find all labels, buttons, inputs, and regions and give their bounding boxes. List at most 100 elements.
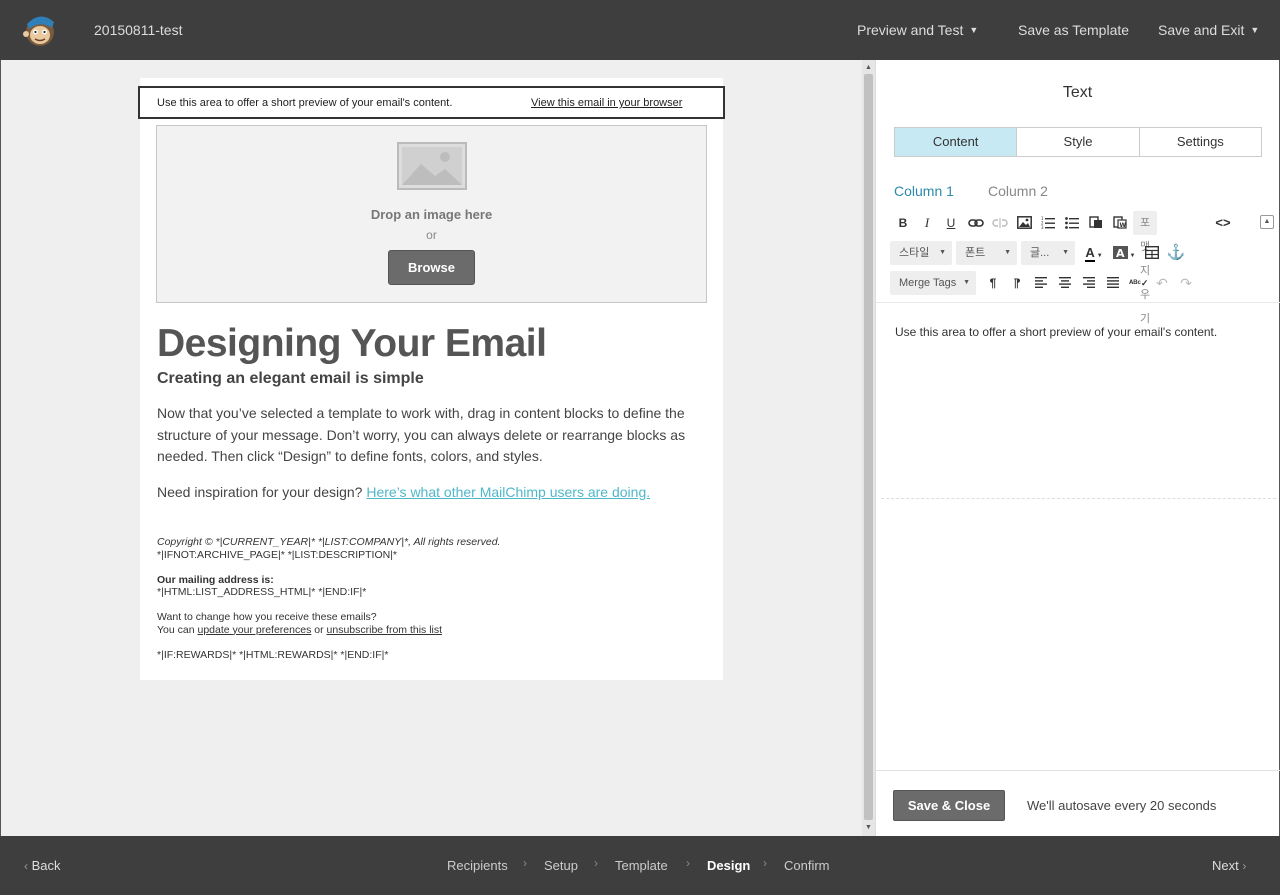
caret-down-icon: ▼: [963, 279, 970, 286]
align-center-icon[interactable]: [1057, 271, 1073, 295]
column-1-tab[interactable]: Column 1: [894, 183, 954, 199]
unlink-icon[interactable]: [990, 211, 1010, 235]
italic-icon[interactable]: I: [919, 211, 935, 235]
step-design[interactable]: Design: [707, 858, 750, 873]
text-block-panel: Text Content Style Settings Column 1 Col…: [875, 60, 1280, 836]
bottom-nav-bar: ‹ Back Recipients › Setup › Template › D…: [0, 836, 1280, 895]
numbered-list-icon[interactable]: 123: [1038, 211, 1058, 235]
top-bar: 20150811-test Preview and Test ▼ Save as …: [0, 0, 1280, 60]
column-2-tab[interactable]: Column 2: [988, 183, 1048, 199]
text-color-icon[interactable]: A ▼: [1082, 241, 1106, 265]
chevron-right-icon: ›: [523, 856, 527, 870]
inspiration-text: Need inspiration for your design?: [157, 484, 363, 500]
redo-icon[interactable]: ↷: [1177, 271, 1195, 295]
footer-mailing-value: *|HTML:LIST_ADDRESS_HTML|* *|END:IF|*: [157, 586, 367, 598]
panel-tabs: Content Style Settings: [894, 127, 1262, 157]
background-color-icon[interactable]: A ▼: [1111, 241, 1137, 265]
rtl-direction-icon[interactable]: ¶: [1009, 271, 1025, 295]
size-dropdown-label: 글...: [1030, 247, 1050, 259]
step-template[interactable]: Template: [615, 858, 668, 873]
step-setup[interactable]: Setup: [544, 858, 578, 873]
inspiration-line: Need inspiration for your design? Here’s…: [157, 484, 650, 500]
style-dropdown[interactable]: 스타일 ▼: [890, 241, 952, 265]
source-code-icon[interactable]: <>: [1212, 211, 1234, 235]
paste-from-word-icon[interactable]: W: [1110, 211, 1130, 235]
email-body-text: Now that you’ve selected a template to w…: [157, 405, 686, 464]
view-in-browser-link[interactable]: View this email in your browser: [531, 97, 682, 109]
insert-image-icon[interactable]: [1014, 211, 1034, 235]
align-left-icon[interactable]: [1033, 271, 1049, 295]
caret-down-icon: ▼: [1004, 249, 1011, 256]
svg-text:A: A: [1116, 247, 1125, 259]
preheader-block[interactable]: Use this area to offer a short preview o…: [138, 86, 725, 119]
footer-archive: *|IFNOT:ARCHIVE_PAGE|* *|LIST:DESCRIPTIO…: [157, 548, 398, 561]
merge-tags-dropdown[interactable]: Merge Tags ▼: [890, 271, 976, 295]
back-label: Back: [31, 858, 61, 873]
style-dropdown-label: 스타일: [899, 247, 930, 259]
campaign-name: 20150811-test: [94, 22, 183, 38]
paste-text-icon[interactable]: [1086, 211, 1106, 235]
email-template: Use this area to offer a short preview o…: [138, 78, 725, 680]
panel-title: Text: [1062, 84, 1093, 101]
undo-icon[interactable]: ↶: [1153, 271, 1171, 295]
image-drop-zone[interactable]: Drop an image here or Browse: [156, 125, 707, 303]
tab-style[interactable]: Style: [1017, 128, 1140, 156]
inspiration-link[interactable]: Here’s what other MailChimp users are do…: [366, 484, 650, 500]
email-subheading: Creating an elegant email is simple: [157, 370, 424, 387]
step-recipients[interactable]: Recipients: [447, 858, 508, 873]
editor-text: Use this area to offer a short preview o…: [895, 325, 1218, 339]
chevron-down-icon: ▼: [1250, 25, 1260, 35]
font-dropdown[interactable]: 폰트 ▼: [956, 241, 1017, 265]
unsubscribe-link[interactable]: unsubscribe from this list: [327, 624, 443, 636]
browse-button[interactable]: Browse: [388, 250, 475, 285]
email-canvas: Use this area to offer a short preview o…: [0, 60, 862, 836]
chevron-right-icon: ›: [686, 856, 690, 870]
next-button[interactable]: Next ›: [1212, 858, 1246, 873]
spellcheck-icon[interactable]: ᴬᴮᶜ✓: [1129, 271, 1148, 295]
footer-mailing-label: Our mailing address is:: [157, 573, 274, 586]
chevron-down-icon: ▼: [969, 25, 979, 35]
footer-preferences-line: You can update your preferences or unsub…: [157, 624, 707, 637]
preview-and-test-label: Preview and Test: [857, 22, 964, 38]
footer-rewards: *|IF:REWARDS|* *|HTML:REWARDS|* *|END:IF…: [157, 648, 389, 661]
anchor-icon[interactable]: ⚓: [1166, 241, 1186, 265]
update-preferences-link[interactable]: update your preferences: [198, 624, 312, 636]
mailchimp-logo-icon[interactable]: [22, 12, 58, 48]
image-placeholder-icon: [397, 142, 467, 190]
save-and-exit-menu[interactable]: Save and Exit ▼: [1158, 22, 1259, 38]
next-label: Next: [1212, 858, 1239, 873]
preview-and-test-menu[interactable]: Preview and Test ▼: [857, 22, 978, 38]
ltr-direction-icon[interactable]: ¶: [985, 271, 1001, 295]
underline-icon[interactable]: U: [943, 211, 959, 235]
align-justify-icon[interactable]: [1105, 271, 1121, 295]
size-dropdown[interactable]: 글... ▼: [1021, 241, 1075, 265]
bulleted-list-icon[interactable]: [1062, 211, 1082, 235]
clear-format-button[interactable]: 포맷 지우기: [1133, 211, 1158, 325]
panel-footer-divider: [876, 770, 1280, 771]
scroll-thumb[interactable]: [864, 74, 873, 820]
scroll-down-icon[interactable]: ▼: [862, 822, 875, 834]
tab-settings[interactable]: Settings: [1140, 128, 1261, 156]
footer-copyright: Copyright © *|CURRENT_YEAR|* *|LIST:COMP…: [157, 536, 501, 548]
caret-down-icon: ▼: [939, 249, 946, 256]
step-confirm[interactable]: Confirm: [784, 858, 830, 873]
drop-image-text: Drop an image here: [370, 207, 493, 222]
bold-icon[interactable]: B: [895, 211, 911, 235]
link-icon[interactable]: [966, 211, 986, 235]
collapse-toolbar-icon[interactable]: ▲: [1260, 215, 1274, 229]
chevron-right-icon: ›: [1242, 859, 1247, 873]
save-as-template-button[interactable]: Save as Template: [1018, 22, 1129, 38]
canvas-scrollbar[interactable]: ▲ ▼: [862, 60, 875, 836]
tab-content[interactable]: Content: [895, 128, 1018, 156]
rich-text-editor[interactable]: Use this area to offer a short preview o…: [881, 305, 1276, 498]
chevron-right-icon: ›: [594, 856, 598, 870]
save-and-close-button[interactable]: Save & Close: [893, 790, 1005, 821]
align-right-icon[interactable]: [1081, 271, 1097, 295]
scroll-up-icon[interactable]: ▲: [862, 62, 875, 74]
svg-text:3: 3: [1041, 225, 1044, 229]
merge-tags-label: Merge Tags: [899, 277, 957, 289]
back-button[interactable]: ‹ Back: [24, 858, 61, 873]
drop-or-text: or: [426, 228, 437, 242]
chevron-right-icon: ›: [763, 856, 767, 870]
table-icon[interactable]: [1142, 241, 1162, 265]
